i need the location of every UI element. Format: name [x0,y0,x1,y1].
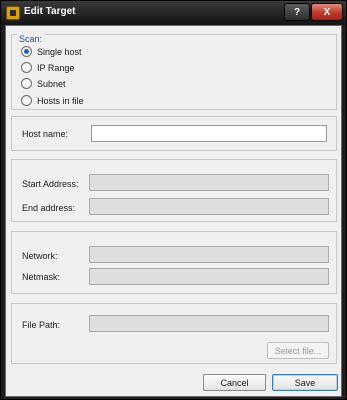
scan-group-title: Scan: [17,34,45,44]
scan-group: Scan: Single host IP Range Subnet Hosts … [11,34,337,110]
radio-button-checked-icon[interactable] [21,46,32,57]
host-name-label: Host name: [22,129,69,139]
radio-button-icon[interactable] [21,62,32,73]
radio-label: Single host [37,46,82,57]
edit-target-window: Edit Target ? X Scan: Single host IP Ran… [0,0,347,400]
network-input[interactable] [89,246,329,263]
netmask-label: Netmask: [22,272,61,282]
network-label: Network: [22,251,58,261]
radio-single-host[interactable]: Single host [21,46,82,57]
title-bar[interactable]: Edit Target ? X [1,1,346,25]
window-title: Edit Target [24,6,76,17]
end-address-input[interactable] [89,198,329,215]
file-group: File Path: Select file... [11,303,337,364]
save-button[interactable]: Save [272,374,338,391]
radio-label: Subnet [37,78,66,89]
host-name-input[interactable] [91,125,327,142]
netmask-input[interactable] [89,268,329,285]
radio-label: IP Range [37,62,75,73]
select-file-button[interactable]: Select file... [267,342,329,359]
close-button[interactable]: X [311,3,343,21]
start-address-label: Start Address: [22,179,79,189]
radio-label: Hosts in file [37,95,84,106]
radio-ip-range[interactable]: IP Range [21,62,74,73]
app-icon [6,6,20,20]
file-path-label: File Path: [22,320,61,330]
radio-subnet[interactable]: Subnet [21,78,66,89]
start-address-input[interactable] [89,174,329,191]
radio-button-icon[interactable] [21,78,32,89]
range-group: Start Address: End address: [11,159,337,222]
radio-hosts-in-file[interactable]: Hosts in file [21,95,84,106]
cancel-button[interactable]: Cancel [203,374,266,391]
subnet-group: Network: Netmask: [11,231,337,294]
radio-button-icon[interactable] [21,95,32,106]
file-path-input[interactable] [89,315,329,332]
host-group: Host name: [11,116,337,151]
dialog-body: Scan: Single host IP Range Subnet Hosts … [5,25,342,397]
end-address-label: End address: [22,203,76,213]
help-button[interactable]: ? [284,3,310,21]
